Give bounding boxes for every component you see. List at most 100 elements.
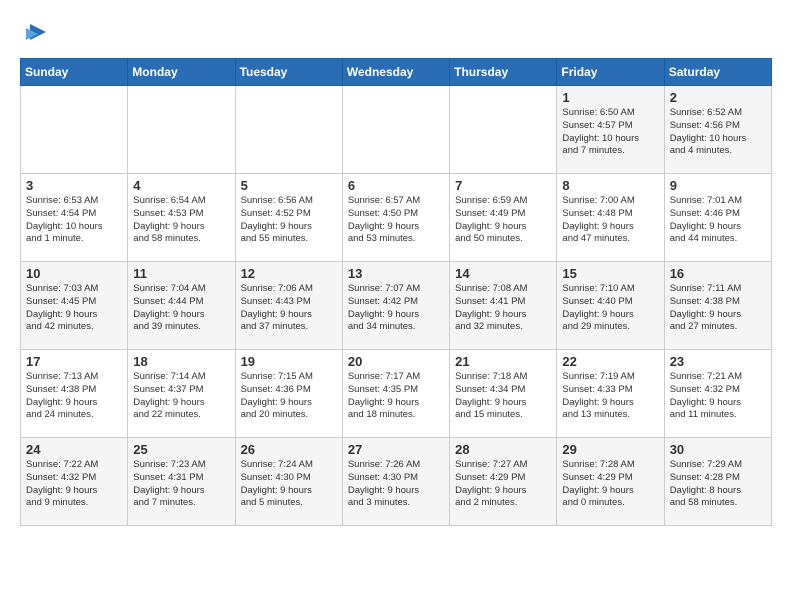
day-number: 17 (26, 354, 122, 369)
calendar-cell: 28Sunrise: 7:27 AM Sunset: 4:29 PM Dayli… (450, 438, 557, 526)
calendar-week-4: 17 Sunrise: 7:13 AM Sunset: 4:38 PM Dayli… (21, 350, 772, 438)
day-number: 15 (562, 266, 658, 281)
calendar-cell: 23 Sunrise: 7:21 AM Sunset: 4:32 PM Dayli… (664, 350, 771, 438)
calendar-cell: 24Sunrise: 7:22 AM Sunset: 4:32 PM Dayli… (21, 438, 128, 526)
calendar-cell (21, 86, 128, 174)
calendar-cell: 17 Sunrise: 7:13 AM Sunset: 4:38 PM Dayli… (21, 350, 128, 438)
calendar-cell: 25 Sunrise: 7:23 AM Sunset: 4:31 PM Dayli… (128, 438, 235, 526)
day-info: Sunrise: 6:50 AM Sunset: 4:57 PM Dayligh… (562, 107, 658, 158)
calendar-cell: 10 Sunrise: 7:03 AM Sunset: 4:45 PM Dayli… (21, 262, 128, 350)
day-number: 9 (670, 178, 766, 193)
col-header-thursday: Thursday (450, 59, 557, 86)
col-header-monday: Monday (128, 59, 235, 86)
calendar-cell: 14 Sunrise: 7:08 AM Sunset: 4:41 PM Dayli… (450, 262, 557, 350)
calendar-cell: 26 Sunrise: 7:24 AM Sunset: 4:30 PM Dayli… (235, 438, 342, 526)
day-info: Sunrise: 6:57 AM Sunset: 4:50 PM Dayligh… (348, 195, 444, 246)
day-number: 1 (562, 90, 658, 105)
logo-icon (22, 20, 50, 48)
calendar-header-row: SundayMondayTuesdayWednesdayThursdayFrid… (21, 59, 772, 86)
day-number: 7 (455, 178, 551, 193)
calendar-cell: 20 Sunrise: 7:17 AM Sunset: 4:35 PM Dayli… (342, 350, 449, 438)
calendar-cell: 1 Sunrise: 6:50 AM Sunset: 4:57 PM Daylig… (557, 86, 664, 174)
day-number: 19 (241, 354, 337, 369)
day-number: 13 (348, 266, 444, 281)
col-header-sunday: Sunday (21, 59, 128, 86)
day-number: 5 (241, 178, 337, 193)
calendar-week-3: 10 Sunrise: 7:03 AM Sunset: 4:45 PM Dayli… (21, 262, 772, 350)
day-info: Sunrise: 7:11 AM Sunset: 4:38 PM Dayligh… (670, 283, 766, 334)
day-number: 30 (670, 442, 766, 457)
day-number: 23 (670, 354, 766, 369)
day-info: Sunrise: 7:18 AM Sunset: 4:34 PM Dayligh… (455, 371, 551, 422)
day-number: 24 (26, 442, 122, 457)
day-number: 22 (562, 354, 658, 369)
calendar-cell: 29Sunrise: 7:28 AM Sunset: 4:29 PM Dayli… (557, 438, 664, 526)
day-number: 14 (455, 266, 551, 281)
calendar-cell (128, 86, 235, 174)
day-info: Sunrise: 7:15 AM Sunset: 4:36 PM Dayligh… (241, 371, 337, 422)
calendar-week-2: 3 Sunrise: 6:53 AM Sunset: 4:54 PM Daylig… (21, 174, 772, 262)
calendar-cell: 3 Sunrise: 6:53 AM Sunset: 4:54 PM Daylig… (21, 174, 128, 262)
logo (20, 20, 50, 48)
day-info: Sunrise: 7:27 AM Sunset: 4:29 PM Dayligh… (455, 459, 551, 510)
day-info: Sunrise: 7:14 AM Sunset: 4:37 PM Dayligh… (133, 371, 229, 422)
day-number: 10 (26, 266, 122, 281)
day-info: Sunrise: 7:00 AM Sunset: 4:48 PM Dayligh… (562, 195, 658, 246)
day-info: Sunrise: 7:04 AM Sunset: 4:44 PM Dayligh… (133, 283, 229, 334)
day-info: Sunrise: 7:26 AM Sunset: 4:30 PM Dayligh… (348, 459, 444, 510)
calendar-cell: 30Sunrise: 7:29 AM Sunset: 4:28 PM Dayli… (664, 438, 771, 526)
calendar-cell: 13Sunrise: 7:07 AM Sunset: 4:42 PM Dayli… (342, 262, 449, 350)
day-info: Sunrise: 6:54 AM Sunset: 4:53 PM Dayligh… (133, 195, 229, 246)
day-info: Sunrise: 6:53 AM Sunset: 4:54 PM Dayligh… (26, 195, 122, 246)
day-number: 16 (670, 266, 766, 281)
calendar-cell: 19 Sunrise: 7:15 AM Sunset: 4:36 PM Dayli… (235, 350, 342, 438)
day-number: 4 (133, 178, 229, 193)
day-info: Sunrise: 7:08 AM Sunset: 4:41 PM Dayligh… (455, 283, 551, 334)
day-info: Sunrise: 7:10 AM Sunset: 4:40 PM Dayligh… (562, 283, 658, 334)
calendar-cell: 16 Sunrise: 7:11 AM Sunset: 4:38 PM Dayli… (664, 262, 771, 350)
calendar-cell: 18 Sunrise: 7:14 AM Sunset: 4:37 PM Dayli… (128, 350, 235, 438)
calendar-cell: 8 Sunrise: 7:00 AM Sunset: 4:48 PM Daylig… (557, 174, 664, 262)
day-number: 11 (133, 266, 229, 281)
calendar-cell: 2 Sunrise: 6:52 AM Sunset: 4:56 PM Daylig… (664, 86, 771, 174)
day-info: Sunrise: 7:03 AM Sunset: 4:45 PM Dayligh… (26, 283, 122, 334)
calendar-cell: 21Sunrise: 7:18 AM Sunset: 4:34 PM Dayli… (450, 350, 557, 438)
calendar-cell: 12 Sunrise: 7:06 AM Sunset: 4:43 PM Dayli… (235, 262, 342, 350)
calendar-cell: 7 Sunrise: 6:59 AM Sunset: 4:49 PM Daylig… (450, 174, 557, 262)
calendar-cell (450, 86, 557, 174)
day-info: Sunrise: 7:17 AM Sunset: 4:35 PM Dayligh… (348, 371, 444, 422)
col-header-saturday: Saturday (664, 59, 771, 86)
day-info: Sunrise: 7:21 AM Sunset: 4:32 PM Dayligh… (670, 371, 766, 422)
day-number: 25 (133, 442, 229, 457)
day-number: 12 (241, 266, 337, 281)
calendar-cell: 22 Sunrise: 7:19 AM Sunset: 4:33 PM Dayli… (557, 350, 664, 438)
col-header-friday: Friday (557, 59, 664, 86)
calendar-cell: 27 Sunrise: 7:26 AM Sunset: 4:30 PM Dayli… (342, 438, 449, 526)
day-number: 2 (670, 90, 766, 105)
day-number: 8 (562, 178, 658, 193)
day-number: 29 (562, 442, 658, 457)
day-number: 3 (26, 178, 122, 193)
day-number: 20 (348, 354, 444, 369)
day-number: 27 (348, 442, 444, 457)
day-info: Sunrise: 6:52 AM Sunset: 4:56 PM Dayligh… (670, 107, 766, 158)
calendar-cell (342, 86, 449, 174)
day-info: Sunrise: 7:06 AM Sunset: 4:43 PM Dayligh… (241, 283, 337, 334)
calendar-cell: 9Sunrise: 7:01 AM Sunset: 4:46 PM Daylig… (664, 174, 771, 262)
col-header-wednesday: Wednesday (342, 59, 449, 86)
calendar-cell: 4 Sunrise: 6:54 AM Sunset: 4:53 PM Daylig… (128, 174, 235, 262)
day-number: 18 (133, 354, 229, 369)
day-info: Sunrise: 7:13 AM Sunset: 4:38 PM Dayligh… (26, 371, 122, 422)
day-number: 26 (241, 442, 337, 457)
calendar-cell: 11 Sunrise: 7:04 AM Sunset: 4:44 PM Dayli… (128, 262, 235, 350)
day-info: Sunrise: 6:59 AM Sunset: 4:49 PM Dayligh… (455, 195, 551, 246)
calendar-cell: 15 Sunrise: 7:10 AM Sunset: 4:40 PM Dayli… (557, 262, 664, 350)
day-info: Sunrise: 7:24 AM Sunset: 4:30 PM Dayligh… (241, 459, 337, 510)
calendar-cell: 5Sunrise: 6:56 AM Sunset: 4:52 PM Daylig… (235, 174, 342, 262)
day-info: Sunrise: 7:19 AM Sunset: 4:33 PM Dayligh… (562, 371, 658, 422)
calendar-table: SundayMondayTuesdayWednesdayThursdayFrid… (20, 58, 772, 526)
day-info: Sunrise: 7:23 AM Sunset: 4:31 PM Dayligh… (133, 459, 229, 510)
day-number: 6 (348, 178, 444, 193)
calendar-cell: 6 Sunrise: 6:57 AM Sunset: 4:50 PM Daylig… (342, 174, 449, 262)
col-header-tuesday: Tuesday (235, 59, 342, 86)
